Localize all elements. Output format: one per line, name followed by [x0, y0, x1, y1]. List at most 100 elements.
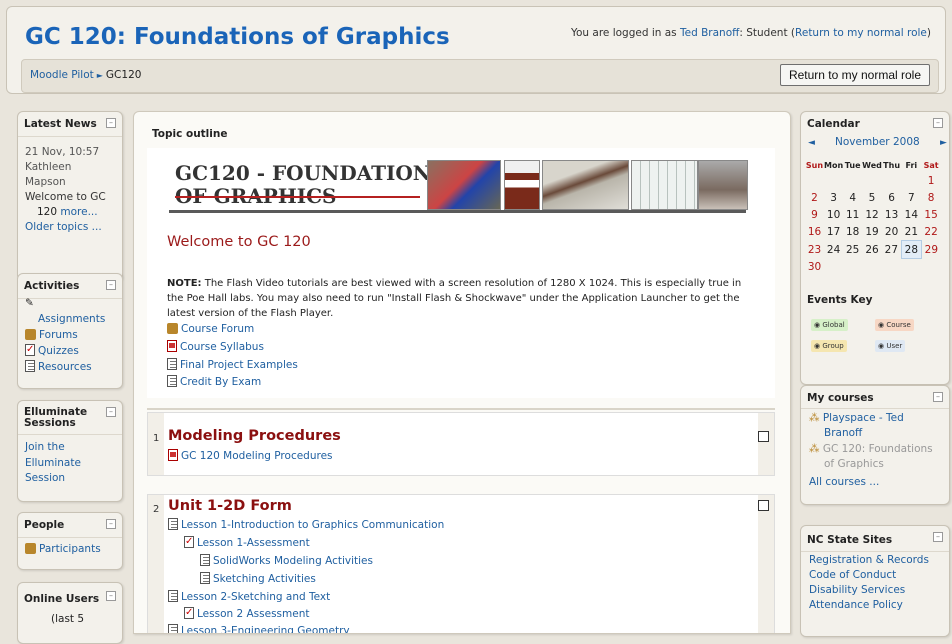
- news-more-link[interactable]: more...: [60, 206, 97, 218]
- section2-item-sketching[interactable]: Sketching Activities: [200, 572, 316, 587]
- participants-item[interactable]: Participants: [25, 542, 101, 557]
- course-link-cont[interactable]: Branoff: [824, 426, 862, 441]
- calendar-day[interactable]: 30: [805, 259, 824, 277]
- section2-item-lesson1-assessment[interactable]: Lesson 1-Assessment: [184, 534, 310, 551]
- course-item-gc120[interactable]: ⁂ GC 120: Foundations: [809, 442, 933, 457]
- calendar-day[interactable]: 27: [882, 241, 902, 259]
- return-role-link[interactable]: Return to my normal role: [795, 27, 927, 39]
- join-session-link-2[interactable]: Elluminate: [25, 456, 81, 471]
- calendar-day[interactable]: 28: [900, 240, 922, 259]
- calendar-day[interactable]: 12: [862, 206, 882, 223]
- section-collapse-checkbox[interactable]: [758, 500, 769, 511]
- activity-forums[interactable]: Forums: [25, 328, 78, 343]
- calendar-day[interactable]: 5: [862, 189, 882, 206]
- credit-by-exam-link[interactable]: Credit By Exam: [180, 376, 261, 388]
- section2-item-lesson2-assessment[interactable]: Lesson 2 Assessment: [184, 605, 310, 622]
- calendar-day[interactable]: 10: [824, 206, 843, 223]
- join-session-link-3[interactable]: Session: [25, 471, 65, 486]
- section2-item-lesson1[interactable]: Lesson 1-Introduction to Graphics Commun…: [168, 518, 444, 533]
- section1-item[interactable]: GC 120 Modeling Procedures: [168, 449, 333, 464]
- lesson-link[interactable]: Lesson 3-Engineering Geometry: [181, 625, 350, 633]
- calendar-day[interactable]: 17: [824, 223, 843, 241]
- calendar-day[interactable]: 2: [805, 189, 824, 206]
- calendar-day[interactable]: 23: [805, 241, 824, 259]
- calendar-day[interactable]: 19: [862, 223, 882, 241]
- section0-item-syllabus[interactable]: Course Syllabus: [167, 340, 264, 355]
- nc-site-link[interactable]: Code of Conduct: [809, 568, 896, 583]
- events-key-global[interactable]: ◉ Global: [811, 319, 848, 331]
- collapse-toggle-icon[interactable]: –: [933, 532, 943, 542]
- activity-resources[interactable]: Resources: [25, 360, 92, 375]
- section-collapse-checkbox[interactable]: [758, 431, 769, 442]
- activity-assignments-link[interactable]: Assignments: [38, 312, 105, 327]
- calendar-day[interactable]: 26: [862, 241, 882, 259]
- activity-forums-link[interactable]: Forums: [39, 329, 78, 341]
- course-link-cont[interactable]: of Graphics: [824, 457, 884, 472]
- course-link[interactable]: Playspace - Ted: [823, 412, 904, 424]
- user-name-link[interactable]: Ted Branoff: [680, 27, 739, 39]
- calendar-day[interactable]: 21: [901, 223, 921, 241]
- calendar-day[interactable]: 25: [843, 241, 862, 259]
- lesson-link[interactable]: Lesson 1-Introduction to Graphics Commun…: [181, 519, 444, 531]
- calendar-day[interactable]: 20: [882, 223, 902, 241]
- final-project-link[interactable]: Final Project Examples: [180, 359, 298, 371]
- events-key-group[interactable]: ◉ Group: [811, 340, 847, 352]
- activity-resources-link[interactable]: Resources: [38, 361, 92, 373]
- section2-item-lesson3[interactable]: Lesson 3-Engineering Geometry: [168, 624, 350, 633]
- join-session-link-1[interactable]: Join the: [25, 440, 65, 455]
- sketching-link[interactable]: Sketching Activities: [213, 573, 316, 585]
- course-link[interactable]: GC 120: Foundations: [823, 443, 933, 455]
- calendar-day[interactable]: 8: [921, 189, 941, 206]
- nc-site-link[interactable]: Attendance Policy: [809, 598, 903, 613]
- calendar-day[interactable]: 13: [882, 206, 902, 223]
- nc-site-link[interactable]: Registration & Records: [809, 553, 929, 568]
- calendar-day[interactable]: 4: [843, 189, 862, 206]
- events-key-course[interactable]: ◉ Course: [875, 319, 914, 331]
- collapse-toggle-icon[interactable]: –: [106, 591, 116, 601]
- calendar-day[interactable]: 29: [921, 241, 941, 259]
- section2-item-solidworks[interactable]: SolidWorks Modeling Activities: [200, 554, 373, 569]
- return-to-normal-role-button[interactable]: Return to my normal role: [779, 64, 930, 86]
- course-forum-link[interactable]: Course Forum: [181, 323, 254, 335]
- calendar-day[interactable]: 6: [882, 189, 902, 206]
- activity-quizzes-link[interactable]: Quizzes: [38, 345, 79, 357]
- calendar-day[interactable]: 1: [921, 172, 941, 189]
- collapse-toggle-icon[interactable]: –: [106, 280, 116, 290]
- section0-item-course-forum[interactable]: Course Forum: [167, 322, 254, 337]
- collapse-toggle-icon[interactable]: –: [106, 118, 116, 128]
- participants-link[interactable]: Participants: [39, 543, 101, 555]
- all-courses-link[interactable]: All courses ...: [809, 475, 879, 490]
- collapse-toggle-icon[interactable]: –: [933, 118, 943, 128]
- events-key-user[interactable]: ◉ User: [875, 340, 906, 352]
- breadcrumb-home[interactable]: Moodle Pilot: [30, 69, 94, 81]
- calendar-day[interactable]: 24: [824, 241, 843, 259]
- section0-item-final-project[interactable]: Final Project Examples: [167, 358, 298, 373]
- collapse-toggle-icon[interactable]: –: [106, 519, 116, 529]
- prev-month-icon[interactable]: ◄: [808, 136, 815, 151]
- section0-item-credit-exam[interactable]: Credit By Exam: [167, 375, 261, 390]
- solidworks-link[interactable]: SolidWorks Modeling Activities: [213, 555, 373, 567]
- calendar-day[interactable]: 7: [901, 189, 921, 206]
- collapse-toggle-icon[interactable]: –: [106, 407, 116, 417]
- calendar-day[interactable]: 9: [805, 206, 824, 223]
- calendar-day[interactable]: 14: [901, 206, 921, 223]
- lesson-link[interactable]: Lesson 2-Sketching and Text: [181, 591, 330, 603]
- collapse-toggle-icon[interactable]: –: [933, 392, 943, 402]
- assessment-link[interactable]: Lesson 2 Assessment: [197, 608, 310, 620]
- next-month-icon[interactable]: ►: [940, 136, 947, 151]
- nc-site-link[interactable]: Disability Services: [809, 583, 905, 598]
- calendar-day[interactable]: 16: [805, 223, 824, 241]
- calendar-day[interactable]: 18: [843, 223, 862, 241]
- modeling-procedures-link[interactable]: GC 120 Modeling Procedures: [181, 450, 333, 462]
- calendar-day[interactable]: 3: [824, 189, 843, 206]
- activity-quizzes[interactable]: Quizzes: [25, 342, 79, 359]
- calendar-day[interactable]: 15: [921, 206, 941, 223]
- calendar-month-link[interactable]: November 2008: [835, 135, 920, 150]
- calendar-day[interactable]: 11: [843, 206, 862, 223]
- assessment-link[interactable]: Lesson 1-Assessment: [197, 537, 310, 549]
- calendar-day[interactable]: 22: [921, 223, 941, 241]
- course-item-playspace[interactable]: ⁂ Playspace - Ted: [809, 411, 904, 426]
- section2-item-lesson2[interactable]: Lesson 2-Sketching and Text: [168, 590, 330, 605]
- older-topics-link[interactable]: Older topics ...: [25, 220, 102, 235]
- course-syllabus-link[interactable]: Course Syllabus: [180, 341, 264, 353]
